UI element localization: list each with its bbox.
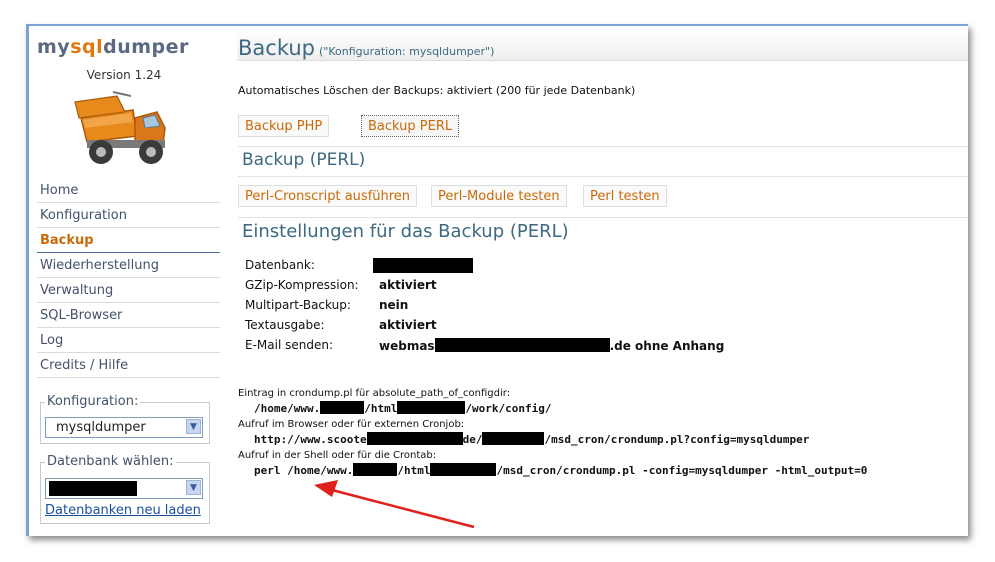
app-logo[interactable]: mysqldumper — [37, 36, 189, 58]
section-heading-perl: Backup (PERL) — [242, 150, 366, 170]
page-title: Backup ("Konfiguration: mysqldumper") — [238, 36, 494, 60]
path-part: /home/www. — [254, 402, 321, 415]
redacted-path — [482, 432, 545, 445]
redacted-path — [430, 463, 497, 476]
perl-cronscript-button[interactable]: Perl-Cronscript ausführen — [238, 185, 418, 207]
settings-label: E-Mail senden: — [245, 338, 333, 352]
main-content: Backup ("Konfiguration: mysqldumper") Aut… — [237, 26, 968, 536]
version-label: Version 1.24 — [86, 68, 162, 82]
page-title-config: ("Konfiguration: mysqldumper") — [318, 45, 495, 58]
nav-item-credits[interactable]: Credits / Hilfe — [37, 353, 220, 378]
database-fieldset: Datenbank wählen: ▼ Datenbanken neu lade… — [40, 454, 210, 524]
settings-value: aktiviert — [379, 318, 437, 332]
backup-php-button[interactable]: Backup PHP — [238, 115, 330, 137]
divider — [238, 176, 968, 177]
cron-path-browser: http://www.scoote de/ /msd_cron/crondump.p… — [254, 432, 809, 446]
redacted-path — [320, 401, 365, 414]
logo-text-dumper: dumper — [103, 36, 189, 58]
chevron-down-icon[interactable]: ▼ — [186, 480, 201, 495]
divider — [238, 146, 968, 147]
path-part: /html — [397, 464, 431, 477]
database-legend: Datenbank wählen: — [45, 454, 176, 469]
cron-label-shell: Aufruf in der Shell oder für die Crontab… — [238, 450, 437, 461]
chevron-down-icon[interactable]: ▼ — [186, 419, 201, 434]
cron-path-configdir: /home/www. /html/work/config/ — [254, 401, 551, 415]
cron-label-configdir: Eintrag in crondump.pl für absolute_path… — [238, 388, 511, 399]
nav-item-sql-browser[interactable]: SQL-Browser — [37, 303, 220, 328]
redacted-database-name — [49, 481, 137, 496]
cron-path-shell: perl /home/www. /html/msd_cron/crondump.p… — [254, 463, 867, 477]
config-select-value: mysqldumper — [56, 420, 146, 435]
cron-label-browser: Aufruf im Browser oder für externen Cron… — [238, 419, 465, 430]
settings-label: Textausgabe: — [245, 318, 325, 332]
auto-delete-status: Automatisches Löschen der Backups: aktiv… — [238, 84, 636, 97]
nav-item-wiederherstellung[interactable]: Wiederherstellung — [37, 253, 220, 278]
email-prefix: webmas — [379, 339, 435, 353]
reload-databases-link[interactable]: Datenbanken neu laden — [45, 503, 201, 518]
settings-label: GZip-Kompression: — [245, 278, 359, 292]
page-title-text: Backup — [238, 36, 315, 60]
settings-label: Datenbank: — [245, 258, 315, 272]
backup-perl-button[interactable]: Backup PERL — [361, 115, 460, 137]
nav-item-home[interactable]: Home — [37, 178, 220, 203]
redacted-path — [353, 463, 398, 476]
logo-text-sql: sql — [70, 36, 104, 58]
nav-item-log[interactable]: Log — [37, 328, 220, 353]
config-select[interactable]: mysqldumper ▼ — [45, 417, 203, 438]
section-heading-settings: Einstellungen für das Backup (PERL) — [242, 221, 569, 242]
path-part: /work/config/ — [465, 402, 552, 415]
email-suffix: .de ohne Anhang — [609, 339, 725, 353]
settings-value: nein — [379, 298, 409, 312]
browser-frame: mysqldumper Version 1.24 Home Konfigurat… — [26, 24, 968, 536]
settings-value: aktiviert — [379, 278, 437, 292]
title-bar: Backup ("Konfiguration: mysqldumper") — [237, 30, 968, 61]
perl-test-button[interactable]: Perl testen — [583, 185, 667, 207]
nav-item-konfiguration[interactable]: Konfiguration — [37, 203, 220, 228]
settings-value-email: webmas .de ohne Anhang — [379, 338, 724, 353]
divider — [238, 217, 968, 218]
path-part: /html — [364, 402, 398, 415]
perl-modules-test-button[interactable]: Perl-Module testen — [431, 185, 567, 207]
redacted-path — [397, 401, 466, 414]
config-fieldset: Konfiguration: mysqldumper ▼ — [40, 394, 210, 444]
database-select[interactable]: ▼ — [45, 478, 203, 499]
redacted-email — [434, 338, 610, 352]
redacted-database-value — [373, 258, 473, 273]
path-part: de/ — [462, 433, 483, 446]
redacted-path — [366, 432, 463, 445]
path-part: http://www.scoote — [254, 433, 367, 446]
path-part: /msd_cron/crondump.pl -config=mysqldumpe… — [496, 464, 868, 477]
logo-text-my: my — [37, 36, 71, 58]
path-part: /msd_cron/crondump.pl?config=mysqldumper — [544, 433, 810, 446]
path-part: perl /home/www. — [254, 464, 354, 477]
main-navigation: Home Konfiguration Backup Wiederherstell… — [37, 178, 220, 378]
nav-item-backup[interactable]: Backup — [37, 228, 220, 253]
config-legend: Konfiguration: — [45, 394, 141, 409]
sidebar: mysqldumper Version 1.24 Home Konfigurat… — [29, 26, 220, 536]
dump-truck-icon — [74, 91, 166, 164]
settings-label: Multipart-Backup: — [245, 298, 351, 312]
nav-item-verwaltung[interactable]: Verwaltung — [37, 278, 220, 303]
